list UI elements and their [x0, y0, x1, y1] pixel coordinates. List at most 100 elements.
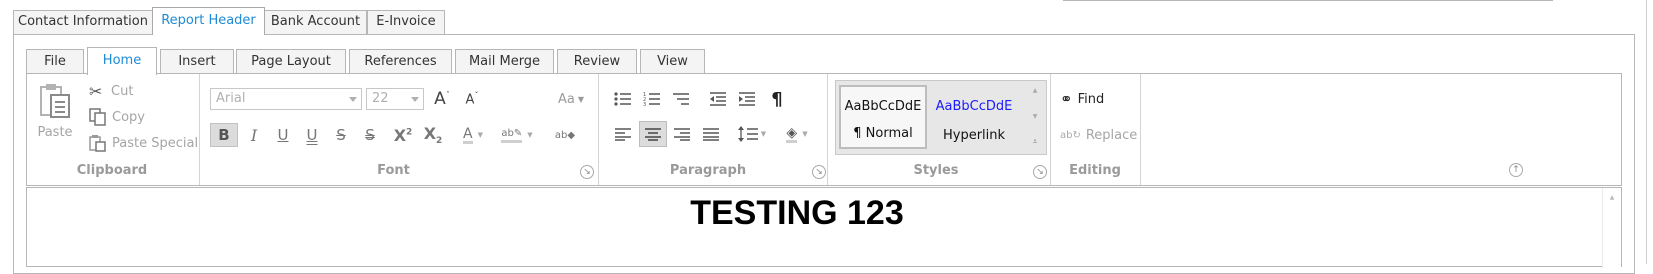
- multilevel-list-icon: [673, 93, 689, 105]
- bold-button[interactable]: B: [210, 123, 238, 147]
- font-family-combo[interactable]: Arial: [210, 88, 362, 110]
- bullets-button[interactable]: [611, 88, 635, 110]
- cut-button[interactable]: ✂ Cut: [89, 80, 159, 102]
- ribbon-tab-references[interactable]: References: [349, 49, 452, 74]
- ribbon-tab-mail-merge[interactable]: Mail Merge: [455, 49, 554, 74]
- double-strikethrough-icon: S: [365, 126, 375, 144]
- align-left-button[interactable]: [611, 123, 635, 145]
- tab-contact-information[interactable]: Contact Information: [13, 10, 153, 34]
- group-label-clipboard: Clipboard: [76, 163, 148, 178]
- chevron-down-icon: [411, 97, 419, 102]
- document-text[interactable]: TESTING 123: [27, 194, 1567, 233]
- clear-formatting-button[interactable]: ab◆: [552, 124, 578, 146]
- grow-font-icon: Aˆ: [434, 89, 450, 109]
- tab-report-header[interactable]: Report Header: [152, 7, 265, 35]
- italic-icon: I: [250, 125, 258, 145]
- double-strikethrough-button[interactable]: S: [358, 124, 382, 146]
- change-case-button[interactable]: Aa ▼: [550, 88, 592, 110]
- document-scrollbar[interactable]: ▲: [1602, 188, 1621, 268]
- tab-e-invoice[interactable]: E-Invoice: [367, 10, 445, 34]
- styles-scroll-up[interactable]: ▲: [1028, 87, 1042, 99]
- copy-button[interactable]: Copy: [89, 106, 169, 128]
- decrease-indent-button[interactable]: [706, 88, 730, 110]
- chevron-down-icon: ▼: [577, 94, 584, 104]
- styles-dialog-launcher[interactable]: ↘: [1033, 165, 1047, 179]
- font-size-combo[interactable]: 22: [366, 88, 424, 110]
- ribbon-tab-file[interactable]: File: [26, 49, 84, 74]
- copy-icon: [89, 108, 106, 126]
- group-label-editing: Editing: [1069, 163, 1121, 178]
- align-left-icon: [615, 128, 631, 141]
- paragraph-dialog-launcher[interactable]: ↘: [812, 165, 826, 179]
- paste-button[interactable]: Paste: [33, 78, 77, 144]
- styles-more[interactable]: ⩡: [1028, 137, 1042, 149]
- tab-bank-account[interactable]: Bank Account: [264, 10, 367, 34]
- superscript-button[interactable]: X2: [389, 124, 417, 146]
- chevron-down-icon: ▼: [760, 130, 767, 138]
- paint-bucket-icon: ◈: [786, 124, 798, 143]
- group-label-paragraph: Paragraph: [669, 163, 747, 178]
- align-center-button[interactable]: [639, 121, 667, 147]
- justify-button[interactable]: [699, 123, 723, 145]
- italic-button[interactable]: I: [242, 124, 266, 146]
- styles-gallery: AaBbCcDdE ¶ Normal AaBbCcDdE Hyperlink ▲…: [835, 80, 1047, 155]
- numbering-icon: 123: [643, 92, 660, 107]
- font-color-icon: A: [463, 125, 473, 144]
- style-hyperlink-name: Hyperlink: [942, 128, 1006, 143]
- decrease-indent-icon: [710, 92, 726, 106]
- line-spacing-icon: [737, 126, 758, 142]
- binoculars-icon: ⚭: [1060, 90, 1073, 108]
- numbering-button[interactable]: 123: [640, 88, 664, 110]
- group-label-font: Font: [377, 163, 410, 178]
- outer-scrollbar-edge: [1646, 0, 1647, 264]
- justify-icon: [703, 128, 719, 141]
- chevron-down-icon: ▼: [477, 131, 483, 139]
- paste-special-icon: [89, 135, 106, 152]
- multilevel-list-button[interactable]: [669, 88, 693, 110]
- ribbon-tab-page-layout[interactable]: Page Layout: [236, 49, 346, 74]
- grow-font-button[interactable]: Aˆ: [429, 88, 455, 110]
- scroll-up-icon[interactable]: ▲: [1603, 194, 1621, 201]
- highlight-button[interactable]: ab✎ ▼: [497, 124, 537, 146]
- shading-button[interactable]: ◈ ▼: [779, 123, 815, 145]
- style-hyperlink[interactable]: AaBbCcDdE Hyperlink: [930, 85, 1018, 149]
- chevron-down-icon: ▼: [802, 130, 808, 138]
- style-normal[interactable]: AaBbCcDdE ¶ Normal: [839, 85, 927, 149]
- double-underline-button[interactable]: U: [300, 124, 324, 146]
- find-button[interactable]: ⚭ Find: [1060, 88, 1130, 110]
- strikethrough-button[interactable]: S: [329, 124, 353, 146]
- svg-text:3: 3: [643, 102, 646, 107]
- show-formatting-button[interactable]: ¶: [765, 88, 789, 110]
- ribbon-tab-insert[interactable]: Insert: [160, 49, 234, 74]
- style-normal-name: ¶ Normal: [853, 126, 913, 141]
- group-label-styles: Styles: [913, 163, 959, 178]
- top-right-field: [1063, 0, 1553, 1]
- replace-button[interactable]: ab↻ Replace: [1060, 124, 1150, 146]
- ribbon-tab-home[interactable]: Home: [87, 47, 157, 75]
- underline-button[interactable]: U: [271, 124, 295, 146]
- document-editor[interactable]: TESTING 123 ▲: [26, 187, 1622, 268]
- styles-scroll-down[interactable]: ▼: [1028, 113, 1042, 125]
- subscript-button[interactable]: X2: [419, 124, 447, 146]
- highlight-icon: ab✎: [501, 128, 523, 143]
- separator: [1140, 74, 1141, 185]
- line-spacing-button[interactable]: ▼: [734, 123, 770, 145]
- underline-icon: U: [277, 126, 289, 144]
- subscript-icon: X2: [423, 123, 443, 147]
- replace-label: Replace: [1085, 127, 1138, 143]
- increase-indent-button[interactable]: [735, 88, 759, 110]
- font-dialog-launcher[interactable]: ↘: [580, 165, 594, 179]
- strikethrough-icon: S: [336, 126, 346, 144]
- collapse-ribbon-icon[interactable]: ↑: [1509, 163, 1523, 177]
- ribbon-tab-review[interactable]: Review: [557, 49, 637, 74]
- increase-indent-icon: [739, 92, 755, 106]
- align-right-button[interactable]: [670, 123, 694, 145]
- shrink-font-button[interactable]: Aˇ: [459, 88, 485, 110]
- font-size-value: 22: [372, 91, 389, 106]
- clear-formatting-icon: ab◆: [554, 129, 576, 141]
- paste-icon: [40, 83, 70, 118]
- font-color-button[interactable]: A ▼: [455, 124, 491, 146]
- chevron-down-icon: [349, 97, 357, 102]
- paste-special-button[interactable]: Paste Special: [89, 132, 199, 154]
- ribbon-tab-view[interactable]: View: [640, 49, 705, 74]
